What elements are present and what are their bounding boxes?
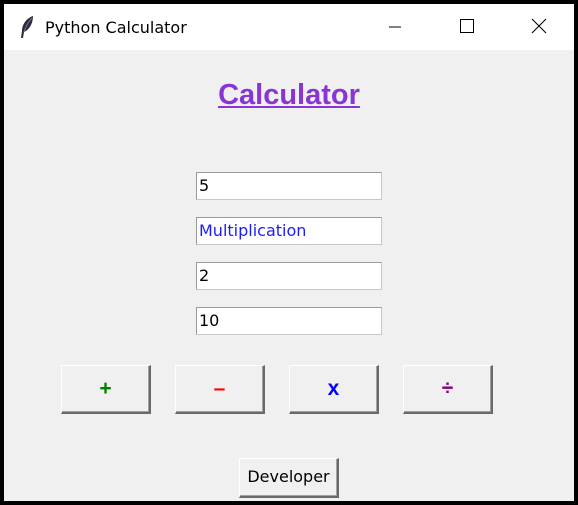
subtract-button[interactable]: – <box>175 365 265 414</box>
calculator-window: Python Calculator Calculator 5 Multiplic… <box>4 4 574 501</box>
calculator-heading: Calculator <box>218 79 360 111</box>
close-button[interactable] <box>504 4 574 50</box>
divide-button[interactable]: ÷ <box>403 365 493 414</box>
minimize-button[interactable] <box>360 4 432 50</box>
title-bar[interactable]: Python Calculator <box>4 4 574 50</box>
result-field[interactable]: 10 <box>196 307 382 335</box>
second-number-field[interactable]: 2 <box>196 262 382 290</box>
add-button[interactable]: + <box>61 365 151 414</box>
maximize-button[interactable] <box>432 4 504 50</box>
developer-button[interactable]: Developer <box>239 458 339 498</box>
feather-icon <box>18 15 36 39</box>
first-number-field[interactable]: 5 <box>196 172 382 200</box>
multiply-button[interactable]: x <box>289 365 379 414</box>
window-title: Python Calculator <box>45 18 187 37</box>
operation-field[interactable]: Multiplication <box>196 217 382 245</box>
